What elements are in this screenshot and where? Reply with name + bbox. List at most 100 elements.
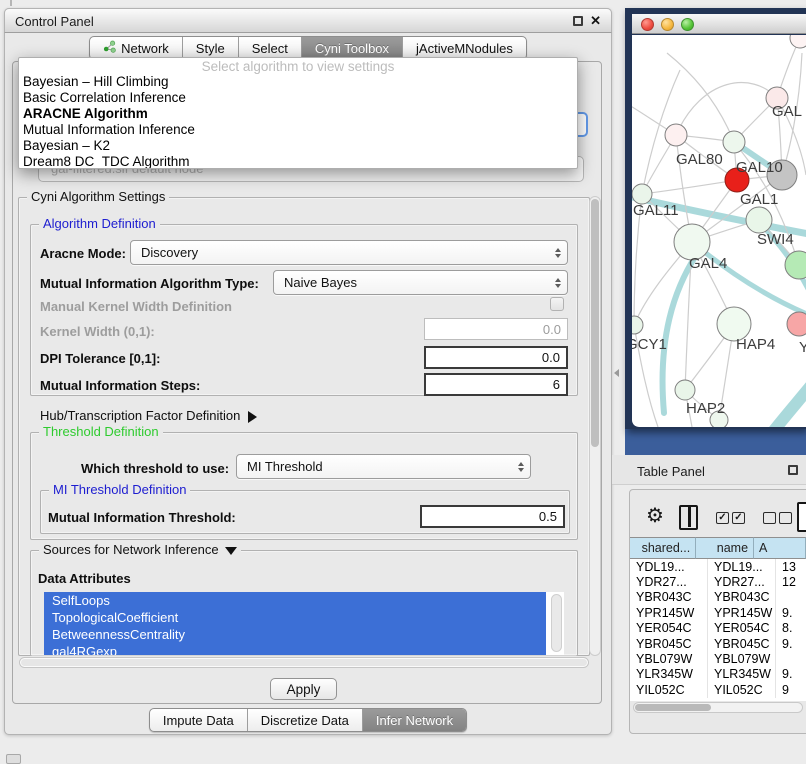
algorithm-option[interactable]: Dream8 DC_TDC Algorithm <box>19 154 577 169</box>
deselect-all-checkbox-icon[interactable] <box>779 512 792 524</box>
column-header[interactable]: name <box>696 537 754 559</box>
tab-infer-network[interactable]: Infer Network <box>363 709 466 731</box>
table-cell[interactable] <box>776 651 806 666</box>
table-cell[interactable]: YDL19... <box>630 559 708 574</box>
dpi-tolerance-label: DPI Tolerance [0,1]: <box>40 351 160 366</box>
hub-definition-toggle[interactable]: Hub/Transcription Factor Definition <box>40 408 257 423</box>
table-cell[interactable]: 9. <box>776 667 806 682</box>
table-cell[interactable]: YLR345W <box>708 667 776 682</box>
algorithm-option[interactable]: Bayesian – Hill Climbing <box>19 74 577 90</box>
network-node[interactable] <box>675 380 695 400</box>
float-panel-icon[interactable] <box>573 16 583 26</box>
minimize-window-icon[interactable] <box>661 18 674 31</box>
table-cell[interactable]: YDR27... <box>630 574 708 589</box>
table-cell[interactable]: YPR145W <box>630 605 708 620</box>
network-node[interactable] <box>665 124 687 146</box>
network-node[interactable] <box>632 184 652 204</box>
network-window-titlebar[interactable] <box>632 14 806 34</box>
table-cell[interactable]: YPR145W <box>708 605 776 620</box>
mi-steps-field[interactable]: 6 <box>424 373 568 396</box>
table-cell[interactable]: YBR043C <box>708 590 776 605</box>
settings-vertical-scrollbar[interactable] <box>589 196 601 656</box>
network-node-salmon[interactable] <box>787 312 806 336</box>
tab-impute-data[interactable]: Impute Data <box>150 709 248 731</box>
split-pane-handle-icon[interactable] <box>614 369 619 377</box>
close-window-icon[interactable] <box>641 18 654 31</box>
tab-jactivemnodules[interactable]: jActiveMNodules <box>403 37 526 59</box>
manual-kernel-checkbox[interactable] <box>550 297 564 311</box>
table-cell[interactable]: YDL19... <box>708 559 776 574</box>
network-node[interactable] <box>632 316 643 334</box>
close-panel-icon[interactable]: ✕ <box>590 15 601 27</box>
column-layout-icon[interactable] <box>679 505 698 530</box>
table-horizontal-scrollbar[interactable] <box>633 702 803 713</box>
list-item[interactable]: SelfLoops <box>44 592 546 609</box>
table-cell[interactable]: YBL079W <box>708 651 776 666</box>
list-scrollbar[interactable] <box>551 594 562 652</box>
export-table-icon[interactable] <box>797 502 806 532</box>
apply-button-label: Apply <box>287 682 321 697</box>
table-cell[interactable]: 9 <box>776 682 806 697</box>
table-cell[interactable]: YIL052C <box>630 682 708 697</box>
zoom-window-icon[interactable] <box>681 18 694 31</box>
tab-network[interactable]: Network <box>90 37 183 59</box>
algorithm-option[interactable]: Basic Correlation Inference <box>19 90 577 106</box>
aracne-mode-combobox[interactable]: Discovery <box>130 240 568 265</box>
network-node[interactable] <box>746 207 772 233</box>
node-label: GAL10 <box>736 159 783 176</box>
table-cell[interactable]: YER054C <box>708 621 776 636</box>
algorithm-option[interactable]: Bayesian – K2 <box>19 138 577 154</box>
select-all-checkbox-icon[interactable]: ✓ <box>732 512 745 524</box>
tab-select[interactable]: Select <box>239 37 302 59</box>
settings-horizontal-scrollbar-thumb[interactable] <box>21 659 587 666</box>
column-header[interactable]: A <box>754 537 806 559</box>
column-header[interactable]: shared... <box>630 537 696 559</box>
table-cell[interactable]: 9. <box>776 636 806 651</box>
settings-horizontal-scrollbar[interactable] <box>19 657 589 668</box>
network-canvas[interactable]: GAL GAL80 GAL10 GAL1 GAL11 SWI4 GAL4 GCY… <box>632 35 806 427</box>
network-node[interactable] <box>790 35 806 48</box>
select-all-checkbox-icon[interactable]: ✓ <box>716 512 729 524</box>
list-item[interactable]: TopologicalCoefficient <box>44 609 546 626</box>
table-cell[interactable]: YBR043C <box>630 590 708 605</box>
float-table-panel-icon[interactable] <box>788 465 798 475</box>
table-cell[interactable]: YLR345W <box>630 667 708 682</box>
sources-toggle[interactable]: Sources for Network Inference <box>39 542 241 557</box>
tab-cyni-toolbox[interactable]: Cyni Toolbox <box>302 37 403 59</box>
network-node[interactable] <box>723 131 745 153</box>
table-cell[interactable]: 8. <box>776 621 806 636</box>
table-cell[interactable]: YBR045C <box>630 636 708 651</box>
algorithm-dropdown-placeholder: Select algorithm to view settings <box>19 59 577 74</box>
table-cell[interactable]: 13 <box>776 559 806 574</box>
apply-button[interactable]: Apply <box>270 678 337 700</box>
table-cell[interactable]: YBL079W <box>630 651 708 666</box>
dpi-tolerance-field[interactable]: 0.0 <box>424 346 568 369</box>
kernel-width-label: Kernel Width (0,1): <box>40 324 155 339</box>
mi-algorithm-type-combobox[interactable]: Naive Bayes <box>273 270 568 295</box>
table-cell[interactable]: YIL052C <box>708 682 776 697</box>
list-item[interactable]: gal4RGexp <box>44 643 546 655</box>
table-cell[interactable] <box>776 590 806 605</box>
list-item[interactable]: BetweennessCentrality <box>44 626 546 643</box>
threshold-definition-title: Threshold Definition <box>39 424 163 439</box>
node-label: Y <box>799 339 806 356</box>
table-cell[interactable]: YBR045C <box>708 636 776 651</box>
table-cell[interactable]: 12 <box>776 574 806 589</box>
table-cell[interactable]: 9. <box>776 605 806 620</box>
tab-style[interactable]: Style <box>183 37 239 59</box>
table-horizontal-scrollbar-thumb[interactable] <box>635 704 711 711</box>
table-settings-gear-icon[interactable]: ⚙ <box>646 506 664 526</box>
deselect-all-checkbox-icon[interactable] <box>763 512 776 524</box>
tab-discretize-data[interactable]: Discretize Data <box>248 709 363 731</box>
node-label: GAL <box>772 103 802 120</box>
table-cell[interactable]: YDR27... <box>708 574 776 589</box>
data-attributes-label: Data Attributes <box>38 571 131 586</box>
dpi-tolerance-value: 0.0 <box>542 350 560 365</box>
mi-threshold-field[interactable]: 0.5 <box>420 505 565 528</box>
which-threshold-combobox[interactable]: MI Threshold <box>236 454 531 479</box>
settings-vertical-scrollbar-thumb[interactable] <box>591 199 599 447</box>
table-cell[interactable]: YER054C <box>630 621 708 636</box>
collapsed-panel-icon[interactable] <box>6 754 21 764</box>
algorithm-option[interactable]: Mutual Information Inference <box>19 122 577 138</box>
algorithm-option-selected[interactable]: ARACNE Algorithm <box>19 106 577 122</box>
